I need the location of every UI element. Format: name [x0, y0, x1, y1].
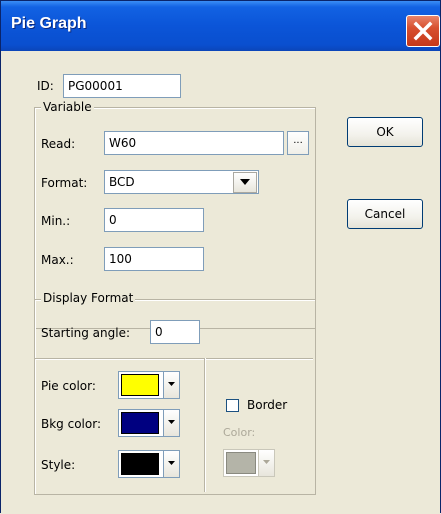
format-select-value: BCD	[109, 175, 135, 189]
close-icon	[413, 21, 433, 41]
chevron-down-icon	[168, 420, 175, 424]
starting-angle-label: Starting angle:	[41, 326, 131, 340]
starting-angle-field[interactable]: 0	[150, 320, 200, 344]
min-field[interactable]: 0	[104, 208, 204, 232]
max-field[interactable]: 100	[104, 247, 204, 271]
style-swatch	[121, 453, 159, 475]
chevron-down-icon	[168, 382, 175, 386]
window-title: Pie Graph	[11, 15, 87, 32]
min-label: Min.:	[41, 214, 71, 228]
read-browse-button[interactable]: ...	[287, 131, 309, 155]
bkg-color-picker[interactable]	[118, 409, 180, 437]
horizontal-divider	[35, 358, 313, 360]
border-color-swatch	[226, 452, 256, 474]
bkg-color-dropdown[interactable]	[163, 410, 179, 436]
read-label: Read:	[41, 137, 76, 151]
pie-graph-dialog: Pie Graph ID: PG00001 Variable Read: W60…	[0, 0, 441, 514]
chevron-down-icon	[168, 461, 175, 465]
vertical-divider	[204, 358, 206, 492]
pie-color-label: Pie color:	[41, 379, 96, 393]
border-color-label: Color:	[223, 426, 256, 439]
bkg-color-swatch	[121, 412, 159, 434]
ok-button[interactable]: OK	[347, 117, 423, 147]
border-color-dropdown	[258, 450, 274, 476]
pie-color-picker[interactable]	[118, 371, 180, 399]
read-field[interactable]: W60	[104, 131, 284, 155]
close-button[interactable]	[406, 15, 440, 47]
max-label: Max.:	[41, 253, 74, 267]
pie-color-swatch	[121, 374, 159, 396]
border-color-picker	[223, 449, 275, 477]
border-label[interactable]: Border	[247, 398, 287, 412]
format-label: Format:	[41, 176, 88, 190]
format-dropdown-button[interactable]	[233, 172, 257, 193]
bkg-color-label: Bkg color:	[41, 417, 101, 431]
chevron-down-icon	[263, 460, 270, 464]
cancel-button[interactable]: Cancel	[347, 199, 423, 229]
title-bar[interactable]: Pie Graph	[1, 1, 440, 51]
pie-color-dropdown[interactable]	[163, 372, 179, 398]
style-picker[interactable]	[118, 450, 180, 478]
variable-group-title: Variable	[41, 100, 94, 114]
id-field[interactable]: PG00001	[63, 74, 181, 98]
id-label: ID:	[37, 79, 54, 93]
chevron-down-icon	[240, 179, 250, 185]
display-format-group-title: Display Format	[41, 291, 136, 305]
style-label: Style:	[41, 458, 76, 472]
style-dropdown[interactable]	[163, 451, 179, 477]
dialog-body: ID: PG00001 Variable Read: W60 ... Forma…	[1, 51, 440, 514]
border-checkbox[interactable]	[226, 399, 239, 412]
format-select[interactable]: BCD	[104, 170, 259, 194]
